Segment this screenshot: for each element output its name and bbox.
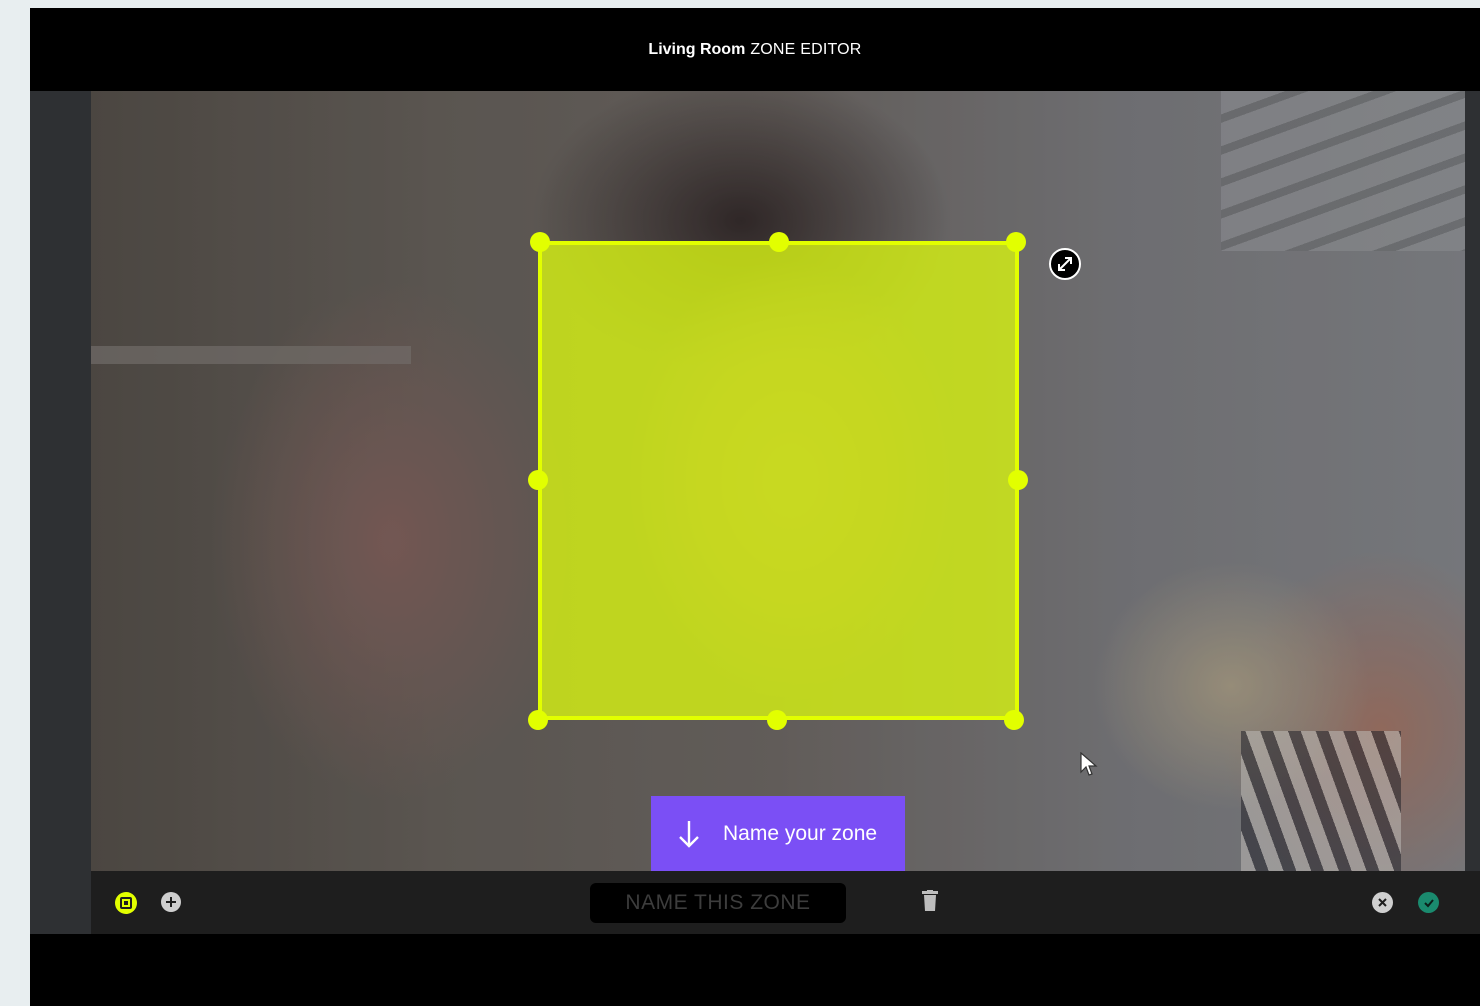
zone-handle-bottom-center[interactable] (767, 710, 787, 730)
zone-handle-bottom-right[interactable] (1004, 710, 1024, 730)
editor-label: ZONE EDITOR (750, 40, 862, 58)
zone-handle-top-center[interactable] (769, 232, 789, 252)
camera-feed: Name your zone (91, 91, 1465, 871)
editor-stage: Name your zone (30, 91, 1480, 934)
zone-name-input[interactable] (590, 883, 846, 923)
zone-select-icon[interactable] (115, 892, 137, 914)
zone-editor-window: Living Room ZONE EDITOR Name your zone N… (30, 8, 1480, 1006)
zone-handle-top-right[interactable] (1006, 232, 1026, 252)
name-zone-tooltip: Name your zone (651, 796, 905, 871)
mouse-cursor-icon (1080, 752, 1098, 776)
trash-icon[interactable] (921, 890, 941, 914)
resize-icon[interactable] (1049, 248, 1081, 280)
confirm-icon[interactable] (1418, 892, 1439, 913)
zone-handle-middle-left[interactable] (528, 470, 548, 490)
title-bar: Living Room ZONE EDITOR (30, 8, 1480, 91)
arrow-down-icon (679, 820, 699, 848)
footer-bar (30, 934, 1480, 1006)
cancel-icon[interactable] (1372, 892, 1393, 913)
room-name: Living Room (648, 40, 746, 58)
zone-toolbar (91, 871, 1480, 934)
add-zone-icon[interactable] (161, 892, 181, 912)
motion-zone[interactable] (538, 241, 1019, 720)
zone-handle-middle-right[interactable] (1008, 470, 1028, 490)
tooltip-text: Name your zone (723, 821, 878, 845)
zone-handle-top-left[interactable] (530, 232, 550, 252)
zone-handle-bottom-left[interactable] (528, 710, 548, 730)
